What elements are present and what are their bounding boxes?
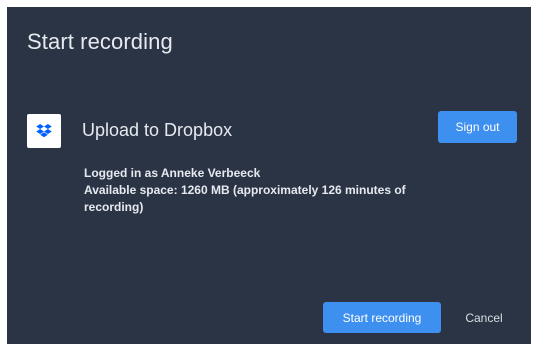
cancel-button[interactable]: Cancel <box>451 302 517 333</box>
dropbox-provider-row: Upload to Dropbox Sign out <box>27 111 517 148</box>
provider-name: Upload to Dropbox <box>82 120 233 140</box>
start-recording-dialog: Start recording Upload to Dropbox Sign o… <box>7 7 531 344</box>
sign-out-button[interactable]: Sign out <box>438 111 517 143</box>
available-space-text: Available space: 1260 MB (approximately … <box>84 183 406 214</box>
logged-in-text: Logged in as Anneke Verbeeck <box>84 166 261 180</box>
start-recording-button[interactable]: Start recording <box>323 302 441 333</box>
account-info: Logged in as Anneke Verbeeck Available s… <box>84 165 464 216</box>
dropbox-icon <box>27 114 61 148</box>
dialog-title: Start recording <box>27 29 173 54</box>
